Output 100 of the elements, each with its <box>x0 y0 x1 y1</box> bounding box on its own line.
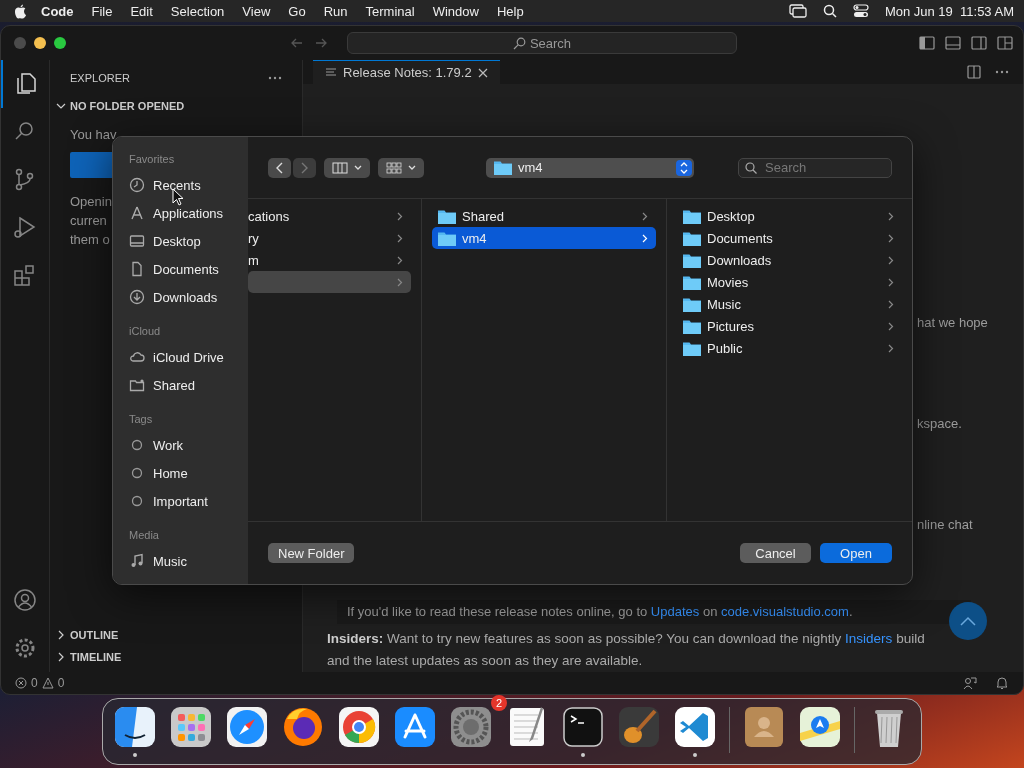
menu-item[interactable]: Terminal <box>365 3 415 19</box>
ribbon-icon[interactable] <box>673 705 717 749</box>
column-row[interactable]: Pictures <box>677 315 902 337</box>
flame-globe-icon[interactable] <box>281 705 325 749</box>
menu-item[interactable]: View <box>242 3 271 19</box>
file-name: Public <box>707 340 743 356</box>
link[interactable]: code.visualstudio.com <box>721 604 849 619</box>
link[interactable]: Updates <box>650 604 700 619</box>
column-row[interactable]: m <box>248 249 411 271</box>
ring-wheel-icon[interactable] <box>337 705 381 749</box>
sidebar-item[interactable]: Home <box>129 459 188 487</box>
document-icon <box>129 261 145 277</box>
column-row[interactable]: cations <box>248 205 411 227</box>
column-row[interactable]: Desktop <box>677 205 902 227</box>
sidebar-item[interactable]: iCloud Drive <box>129 343 224 371</box>
chevron-icon <box>56 630 66 640</box>
command-center[interactable]: Search <box>347 32 737 54</box>
menu-item[interactable]: Run <box>323 3 348 19</box>
search-field[interactable]: Search <box>738 157 892 178</box>
layout-grid-icon[interactable] <box>997 36 1013 50</box>
folder-icon <box>494 160 512 175</box>
bell-icon[interactable] <box>995 676 1009 690</box>
folder-icon <box>683 274 701 290</box>
open-button[interactable]: Open <box>820 543 892 563</box>
tag-icon <box>129 437 145 453</box>
menu-item[interactable]: Help <box>496 3 524 19</box>
editor-tab[interactable]: Release Notes: 1.79.2 <box>313 60 500 84</box>
minimize-button[interactable] <box>34 37 46 49</box>
release-note-banner: If you'd like to read these release notes online, go to Updates on code.visualstudio.com. <box>337 600 971 624</box>
forward-arrow-icon[interactable] <box>315 38 327 48</box>
logo-icon[interactable] <box>14 3 27 19</box>
back-arrow-icon[interactable] <box>291 38 303 48</box>
column-row[interactable]: Movies <box>677 271 902 293</box>
map-icon[interactable] <box>798 705 842 749</box>
column-row[interactable]: Public <box>677 337 902 359</box>
cancel-button[interactable]: Cancel <box>740 543 811 563</box>
error-icon[interactable] <box>15 677 27 689</box>
layout-left-icon[interactable] <box>919 36 935 50</box>
sidebar-item[interactable]: Documents <box>129 255 219 283</box>
sidebar-item[interactable]: Work <box>129 431 184 459</box>
zoom-button[interactable] <box>54 37 66 49</box>
toggles-icon[interactable] <box>852 4 869 18</box>
close-icon[interactable] <box>477 67 488 78</box>
menu-item[interactable]: Go <box>288 3 306 19</box>
split-editor-icon[interactable] <box>967 65 981 79</box>
clock[interactable]: Mon Jun 19 11:53 AM <box>884 3 1014 19</box>
guitar-icon[interactable] <box>617 705 661 749</box>
column-view-button[interactable] <box>324 157 370 178</box>
windows-icon[interactable] <box>788 4 807 18</box>
search-icon[interactable] <box>822 4 837 18</box>
sidebar-item[interactable]: Desktop <box>129 227 201 255</box>
layout-right-icon[interactable] <box>971 36 987 50</box>
section-header[interactable]: NO FOLDER OPENED <box>50 95 302 117</box>
warning-count[interactable]: 0 <box>57 676 65 690</box>
column-row[interactable]: Documents <box>677 227 902 249</box>
sidebar-item[interactable]: Applications <box>129 199 224 227</box>
column-row[interactable]: Shared <box>432 205 656 227</box>
chevron-icon <box>642 211 648 221</box>
chevron-icon <box>397 233 403 243</box>
menu-item[interactable]: Window <box>432 3 479 19</box>
sidebar-item[interactable]: Recents <box>129 171 201 199</box>
app-grid-icon[interactable] <box>169 705 213 749</box>
folder-icon <box>683 230 701 246</box>
panel-header[interactable]: OUTLINE <box>50 624 302 646</box>
new-folder-button[interactable]: New Folder <box>268 543 355 563</box>
warning-icon[interactable] <box>41 677 54 689</box>
chevron-left-icon <box>276 161 283 174</box>
sidebar-text: Openin <box>70 193 112 210</box>
column-row[interactable]: vm4 <box>432 227 656 249</box>
menu-item[interactable]: Selection <box>170 3 225 19</box>
location-popup[interactable]: vm4 <box>486 157 694 178</box>
file-name: cations <box>248 208 290 224</box>
back-button[interactable] <box>268 157 291 178</box>
sidebar-item[interactable]: Important <box>129 487 208 515</box>
layout-bottom-icon[interactable] <box>945 36 961 50</box>
panel-header[interactable]: TIMELINE <box>50 646 302 668</box>
sidebar-item[interactable]: Downloads <box>129 283 218 311</box>
column-row[interactable]: Downloads <box>677 249 902 271</box>
release-note-text: kspace. <box>917 415 962 433</box>
scroll-top-button[interactable] <box>949 602 987 640</box>
sidebar-item[interactable]: Shared <box>129 371 195 399</box>
compass-icon[interactable] <box>225 705 269 749</box>
link[interactable]: Insiders <box>845 631 893 646</box>
split-square-icon[interactable] <box>113 705 157 749</box>
error-count[interactable]: 0 <box>31 676 38 690</box>
sidebar-item[interactable]: Music <box>129 547 187 575</box>
terminal-icon[interactable] <box>561 705 605 749</box>
gear-icon[interactable] <box>449 705 493 749</box>
more-icon[interactable] <box>995 70 1009 74</box>
column-row[interactable]: ry <box>248 227 411 249</box>
contact-book-icon[interactable] <box>742 705 786 749</box>
triangle-lines-icon[interactable] <box>393 705 437 749</box>
app-menu[interactable]: Code <box>41 3 74 19</box>
icon-view-button[interactable] <box>378 157 424 178</box>
music-note-icon <box>129 553 145 569</box>
more-icon[interactable] <box>268 75 282 80</box>
feedback-icon[interactable] <box>963 676 977 690</box>
menu-item[interactable]: File <box>91 3 113 19</box>
menu-item[interactable]: Edit <box>130 3 153 19</box>
column-row[interactable]: Music <box>677 293 902 315</box>
